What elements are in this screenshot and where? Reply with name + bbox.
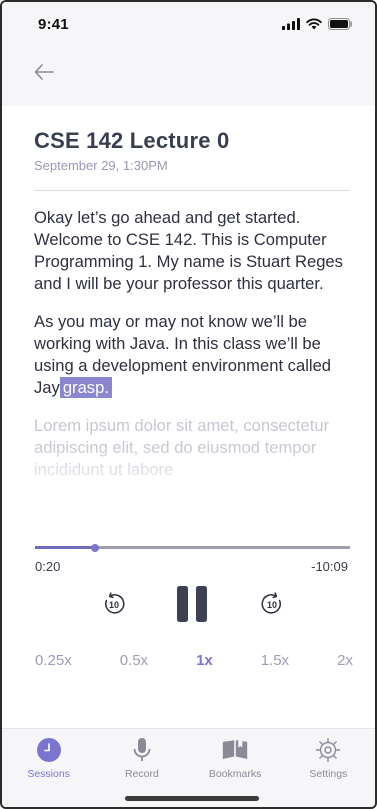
time-remaining: -10:09 bbox=[311, 559, 348, 574]
speed-option-0.5x[interactable]: 0.5x bbox=[120, 652, 148, 669]
lecture-date: September 29, 1:30PM bbox=[34, 158, 168, 173]
progress-fill bbox=[35, 546, 95, 549]
speed-option-1.5x[interactable]: 1.5x bbox=[261, 652, 289, 669]
time-elapsed: 0:20 bbox=[35, 559, 61, 574]
pause-icon bbox=[177, 586, 207, 622]
gear-icon bbox=[316, 737, 341, 763]
current-word-highlight: grasp. bbox=[59, 377, 112, 398]
wifi-icon bbox=[306, 18, 322, 30]
bookmarks-icon bbox=[222, 740, 248, 759]
transcript[interactable]: Okay let’s go ahead and get started. Wel… bbox=[34, 207, 350, 507]
tab-label: Sessions bbox=[27, 768, 70, 780]
tab-label: Record bbox=[124, 768, 159, 780]
status-icons bbox=[282, 18, 353, 30]
speed-option-0.25x[interactable]: 0.25x bbox=[35, 652, 72, 669]
navigation-bar bbox=[2, 46, 375, 106]
transcript-paragraph: Okay let’s go ahead and get started. Wel… bbox=[34, 208, 343, 293]
arrow-left-icon bbox=[34, 64, 54, 80]
skip-forward-button[interactable]: 10 bbox=[259, 591, 285, 622]
lecture-title: CSE 142 Lecture 0 bbox=[34, 128, 230, 153]
speed-option-1x[interactable]: 1x bbox=[196, 652, 213, 669]
progress-slider[interactable] bbox=[35, 543, 350, 552]
clock-icon bbox=[36, 738, 61, 762]
playback-speed-selector: 0.25x 0.5x 1x 1.5x 2x bbox=[35, 652, 353, 669]
signal-icon bbox=[282, 18, 300, 30]
fade-overlay bbox=[34, 447, 350, 507]
speed-option-2x[interactable]: 2x bbox=[337, 652, 353, 669]
status-bar: 9:41 bbox=[2, 2, 375, 46]
playback-controls: 10 10 bbox=[2, 584, 375, 628]
tab-settings[interactable]: Settings bbox=[282, 729, 375, 807]
pause-button[interactable] bbox=[177, 586, 207, 627]
status-time: 9:41 bbox=[38, 15, 69, 33]
skip-back-button[interactable]: 10 bbox=[101, 591, 127, 622]
home-indicator bbox=[125, 796, 259, 801]
divider bbox=[34, 190, 350, 191]
transcript-paragraph: As you may or may not know we’ll be work… bbox=[34, 311, 350, 399]
rewind-10-icon: 10 bbox=[105, 592, 125, 614]
phone-screen: 9:41 CSE 142 Lecture 0 September 29, 1:3… bbox=[0, 0, 377, 809]
back-button[interactable] bbox=[32, 60, 56, 84]
progress-thumb[interactable] bbox=[90, 543, 99, 552]
microphone-icon bbox=[133, 738, 151, 761]
skip-back-seconds: 10 bbox=[109, 600, 119, 610]
tab-label: Settings bbox=[309, 768, 348, 780]
tab-label: Bookmarks bbox=[208, 768, 262, 780]
skip-forward-seconds: 10 bbox=[267, 600, 277, 610]
lecture-content: CSE 142 Lecture 0 September 29, 1:30PM O… bbox=[34, 106, 350, 507]
forward-10-icon: 10 bbox=[261, 592, 281, 614]
battery-icon bbox=[328, 18, 352, 30]
tab-sessions[interactable]: Sessions bbox=[2, 729, 95, 807]
